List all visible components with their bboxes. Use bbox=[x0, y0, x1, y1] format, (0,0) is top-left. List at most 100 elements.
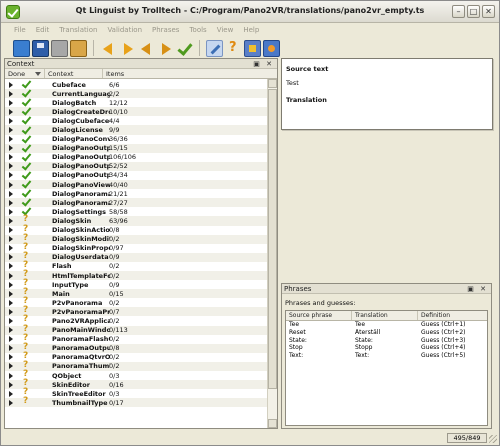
context-row[interactable]: P2vPanorama 0/2 bbox=[5, 296, 267, 307]
context-row[interactable]: SkinTreeEditor0/3 bbox=[5, 387, 267, 398]
context-row[interactable]: DialogSkinProper...0/97 bbox=[5, 242, 267, 253]
expand-arrow-icon[interactable] bbox=[9, 172, 13, 179]
context-row[interactable]: PanoMainWindow0/113 bbox=[5, 324, 267, 335]
expand-arrow-icon[interactable] bbox=[9, 308, 13, 315]
menu-phrases[interactable]: Phrases bbox=[147, 24, 184, 36]
context-row[interactable]: DialogPanoOutpu...34/34 bbox=[5, 171, 267, 180]
context-row[interactable]: DialogCubefaceQ...4/4 bbox=[5, 116, 267, 125]
expand-arrow-icon[interactable] bbox=[9, 90, 13, 97]
expand-arrow-icon[interactable] bbox=[9, 190, 13, 197]
whats-this-icon[interactable] bbox=[225, 40, 242, 57]
float-icon[interactable]: ▣ bbox=[253, 60, 262, 68]
phrase-row[interactable]: Tee Tee Guess (Ctrl+1) bbox=[286, 321, 487, 329]
context-row[interactable]: DialogBatch 12/12 bbox=[5, 98, 267, 107]
context-row[interactable]: DialogPanoramaI...27/27 bbox=[5, 198, 267, 208]
expand-arrow-icon[interactable] bbox=[9, 345, 13, 352]
expand-arrow-icon[interactable] bbox=[9, 317, 13, 324]
context-row[interactable]: P2vPanoramaPro...0/7 bbox=[5, 305, 267, 317]
prev-icon[interactable] bbox=[138, 40, 155, 57]
expand-arrow-icon[interactable] bbox=[9, 399, 13, 406]
open-icon[interactable] bbox=[13, 39, 30, 57]
menu-edit[interactable]: Edit bbox=[31, 24, 55, 36]
save-icon[interactable] bbox=[32, 39, 49, 57]
expand-arrow-icon[interactable] bbox=[9, 290, 13, 297]
expand-arrow-icon[interactable] bbox=[9, 108, 13, 115]
next-icon[interactable] bbox=[157, 40, 174, 57]
float-icon[interactable]: ▣ bbox=[467, 285, 476, 293]
expand-arrow-icon[interactable] bbox=[9, 372, 13, 379]
phrase-validation-icon[interactable] bbox=[244, 39, 261, 57]
context-row[interactable]: DialogLicense 9/9 bbox=[5, 125, 267, 135]
context-row[interactable]: DialogCreateDro...10/10 bbox=[5, 107, 267, 117]
context-row[interactable]: PanoramaFlashO...0/2 bbox=[5, 333, 267, 344]
context-row[interactable]: SkinEditor 0/16 bbox=[5, 378, 267, 390]
scroll-thumb[interactable] bbox=[268, 89, 277, 389]
context-row[interactable]: PanoramaOutput0/8 bbox=[5, 342, 267, 353]
context-row[interactable]: HtmlTemplateFor...0/2 bbox=[5, 269, 267, 281]
expand-arrow-icon[interactable] bbox=[9, 254, 13, 261]
context-row[interactable]: Flash 0/2 bbox=[5, 260, 267, 271]
phrase-row[interactable]: State: State: Guess (Ctrl+3) bbox=[286, 337, 487, 345]
context-row[interactable]: DialogPanoOutpu...15/15 bbox=[5, 143, 267, 153]
context-row[interactable]: DialogPanoOutpu...52/52 bbox=[5, 161, 267, 171]
close-button[interactable]: ✕ bbox=[482, 5, 495, 18]
expand-arrow-icon[interactable] bbox=[9, 281, 13, 288]
resize-grip-icon[interactable] bbox=[489, 435, 497, 443]
context-row[interactable]: PanoramaQtvrOu...0/2 bbox=[5, 351, 267, 362]
column-items[interactable]: Items bbox=[103, 69, 277, 78]
expand-arrow-icon[interactable] bbox=[9, 336, 13, 343]
context-row[interactable]: DialogSkin 63/96 bbox=[5, 214, 267, 226]
menu-file[interactable]: File bbox=[9, 24, 31, 36]
expand-arrow-icon[interactable] bbox=[9, 236, 13, 243]
context-row[interactable]: InputType 0/9 bbox=[5, 278, 267, 289]
expand-arrow-icon[interactable] bbox=[9, 245, 13, 252]
expand-arrow-icon[interactable] bbox=[9, 145, 13, 152]
expand-arrow-icon[interactable] bbox=[9, 299, 13, 306]
edit-icon[interactable] bbox=[206, 39, 223, 57]
expand-arrow-icon[interactable] bbox=[9, 117, 13, 124]
print-icon[interactable] bbox=[51, 39, 68, 57]
maximize-button[interactable]: □ bbox=[467, 5, 480, 18]
context-row[interactable]: PanoramaThumb...0/2 bbox=[5, 360, 267, 371]
expand-arrow-icon[interactable] bbox=[9, 81, 13, 88]
expand-arrow-icon[interactable] bbox=[9, 390, 13, 397]
expand-arrow-icon[interactable] bbox=[9, 272, 13, 279]
column-done[interactable]: Done bbox=[5, 69, 45, 78]
column-definition[interactable]: Definition bbox=[418, 311, 487, 320]
menu-view[interactable]: View bbox=[212, 24, 239, 36]
phrasebook-icon[interactable] bbox=[70, 39, 87, 57]
expand-arrow-icon[interactable] bbox=[9, 381, 13, 388]
expand-arrow-icon[interactable] bbox=[9, 363, 13, 370]
expand-arrow-icon[interactable] bbox=[9, 227, 13, 234]
context-row[interactable]: DialogPanoViewer40/40 bbox=[5, 180, 267, 190]
close-icon[interactable]: ✕ bbox=[266, 60, 274, 68]
scroll-down-icon[interactable] bbox=[268, 419, 277, 428]
context-row[interactable]: DialogSkinAction0/8 bbox=[5, 224, 267, 235]
context-row[interactable]: DialogSettings 58/58 bbox=[5, 207, 267, 216]
menu-validation[interactable]: Validation bbox=[102, 24, 147, 36]
expand-arrow-icon[interactable] bbox=[9, 263, 13, 270]
context-row[interactable]: DialogPanoConve...36/36 bbox=[5, 135, 267, 144]
menu-tools[interactable]: Tools bbox=[184, 24, 211, 36]
expand-arrow-icon[interactable] bbox=[9, 136, 13, 143]
expand-arrow-icon[interactable] bbox=[9, 327, 13, 334]
phrase-row[interactable]: Reset Återställ Guess (Ctrl+2) bbox=[286, 329, 487, 337]
expand-arrow-icon[interactable] bbox=[9, 127, 13, 134]
context-row[interactable]: DialogUserdata0/9 bbox=[5, 251, 267, 262]
minimize-button[interactable]: – bbox=[452, 5, 465, 18]
accelerator-validation-icon[interactable] bbox=[263, 39, 280, 57]
column-source-phrase[interactable]: Source phrase bbox=[286, 311, 352, 320]
context-row[interactable]: DialogPanoramaI...21/21 bbox=[5, 189, 267, 198]
column-translation[interactable]: Translation bbox=[352, 311, 418, 320]
close-icon[interactable]: ✕ bbox=[480, 285, 488, 293]
context-row[interactable]: DialogPanoOutpu...106/106 bbox=[5, 153, 267, 162]
context-row[interactable]: CurrentLanguage 2/2 bbox=[5, 89, 267, 99]
expand-arrow-icon[interactable] bbox=[9, 154, 13, 161]
phrase-row[interactable]: Stop Stopp Guess (Ctrl+4) bbox=[286, 344, 487, 352]
expand-arrow-icon[interactable] bbox=[9, 199, 13, 206]
expand-arrow-icon[interactable] bbox=[9, 354, 13, 361]
expand-arrow-icon[interactable] bbox=[9, 208, 13, 215]
scroll-up-icon[interactable] bbox=[268, 79, 277, 88]
expand-arrow-icon[interactable] bbox=[9, 181, 13, 188]
done-next-icon[interactable] bbox=[176, 40, 193, 57]
